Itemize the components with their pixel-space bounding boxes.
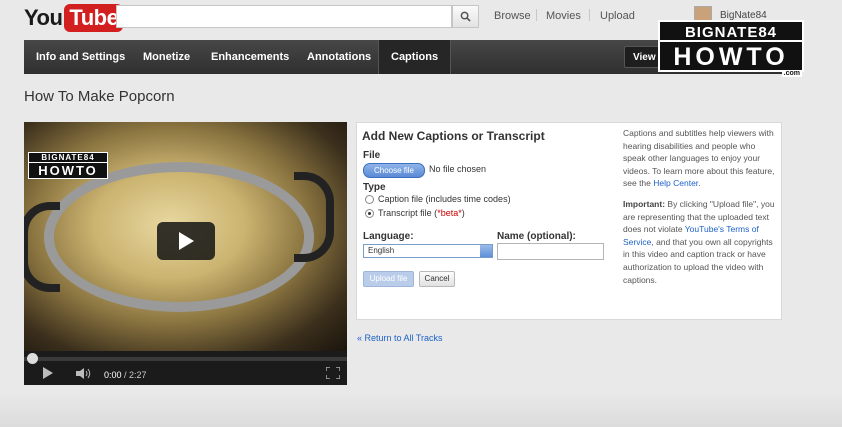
scrubber-handle[interactable] [27, 353, 38, 364]
pot-handle-shape [24, 202, 60, 292]
video-frame[interactable]: BIGNATE84 HOWTO [24, 122, 347, 351]
track-name-input[interactable] [497, 243, 604, 260]
footer-area [0, 392, 842, 427]
nav-separator [536, 9, 537, 21]
video-watermark: BIGNATE84 HOWTO [28, 152, 108, 179]
channel-watermark: BIGNATE84 HOWTO .com [658, 20, 804, 78]
logo-you: You [24, 5, 63, 30]
player-controls: 0:00 / 2:27 [24, 351, 347, 385]
tab-info-and-settings[interactable]: Info and Settings [24, 40, 137, 74]
nav-browse[interactable]: Browse [494, 10, 531, 22]
language-label: Language: [363, 231, 414, 242]
help-center-link[interactable]: Help Center [653, 178, 698, 188]
video-watermark-line2: HOWTO [28, 163, 108, 179]
video-watermark-line1: BIGNATE84 [28, 152, 108, 163]
file-label: File [363, 150, 381, 161]
captions-panel-title: Add New Captions or Transcript [362, 129, 545, 143]
video-player[interactable]: BIGNATE84 HOWTO 0:00 / 2:27 [24, 122, 347, 385]
play-icon [179, 232, 194, 250]
big-play-button[interactable] [157, 222, 215, 260]
select-arrow-icon [480, 245, 492, 257]
tab-annotations[interactable]: Annotations [295, 40, 383, 74]
volume-icon[interactable] [76, 368, 92, 379]
page-title: How To Make Popcorn [24, 88, 175, 105]
name-label: Name (optional): [497, 231, 576, 242]
search-input[interactable] [116, 5, 452, 28]
captions-help-text: Captions and subtitles help viewers with… [623, 127, 779, 294]
help-important-label: Important: [623, 198, 666, 209]
current-time: 0:00 [104, 370, 122, 380]
search-icon [460, 11, 471, 22]
help-paragraph-1-end: . [698, 178, 701, 189]
transcript-label-suffix: ) [461, 208, 465, 218]
caption-file-radio[interactable] [365, 195, 374, 204]
caption-file-label[interactable]: Caption file (includes time codes) [378, 194, 511, 204]
return-to-all-tracks-link[interactable]: « Return to All Tracks [357, 333, 443, 343]
type-label: Type [363, 182, 386, 193]
transcript-file-radio[interactable] [365, 209, 374, 218]
watermark-suffix: .com [781, 70, 802, 77]
captions-panel: Add New Captions or Transcript File Choo… [356, 122, 782, 320]
logo-tube: Tube [64, 4, 124, 32]
play-icon[interactable] [42, 367, 53, 379]
beta-tag: *beta* [437, 208, 462, 218]
transcript-label-prefix: Transcript file ( [378, 208, 438, 218]
nav-movies[interactable]: Movies [546, 10, 581, 22]
upload-file-button[interactable]: Upload file [363, 271, 414, 287]
time-display: 0:00 / 2:27 [104, 370, 147, 380]
language-select-value: English [368, 246, 395, 255]
no-file-chosen-text: No file chosen [429, 164, 487, 174]
watermark-line2: HOWTO [658, 42, 804, 72]
tab-enhancements[interactable]: Enhancements [199, 40, 301, 74]
nav-separator [589, 9, 590, 21]
watermark-line1: BIGNATE84 [658, 20, 804, 42]
tab-captions[interactable]: Captions [378, 40, 452, 74]
progress-bar[interactable] [24, 357, 347, 361]
youtube-logo[interactable]: You Tube [24, 3, 124, 33]
language-select[interactable]: English [363, 244, 493, 258]
choose-file-button[interactable]: Choose file [363, 163, 425, 178]
nav-upload[interactable]: Upload [600, 10, 635, 22]
tab-monetize[interactable]: Monetize [131, 40, 202, 74]
transcript-file-label[interactable]: Transcript file (*beta*) [378, 208, 465, 218]
duration: / 2:27 [124, 370, 147, 380]
search-button[interactable] [452, 5, 479, 28]
fullscreen-icon[interactable] [326, 367, 340, 379]
cancel-button[interactable]: Cancel [419, 271, 455, 287]
pot-handle-shape [294, 172, 334, 262]
